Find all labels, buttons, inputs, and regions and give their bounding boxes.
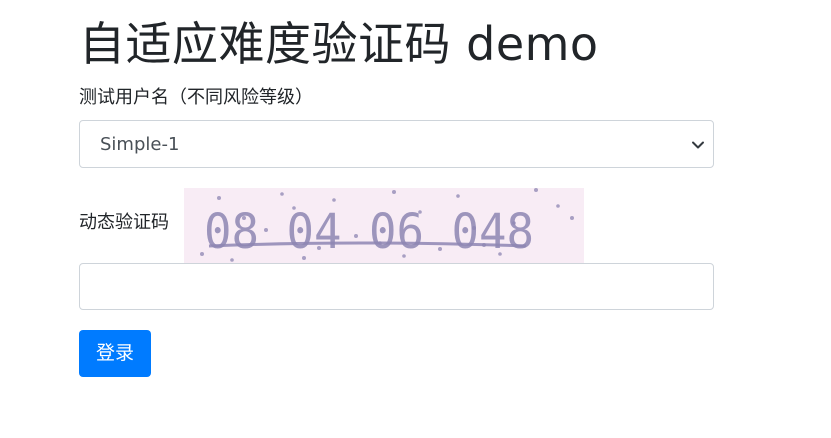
login-button[interactable]: 登录 — [79, 330, 151, 377]
captcha-label: 动态验证码 — [79, 212, 169, 233]
username-label: 测试用户名（不同风险等级） — [79, 87, 313, 108]
page-title: 自适应难度验证码 demo — [79, 17, 599, 71]
username-select[interactable]: Simple-1 — [79, 120, 714, 168]
chevron-down-icon — [691, 137, 705, 151]
username-select-value: Simple-1 — [100, 134, 180, 155]
captcha-image: 08 04 06 048 — [184, 188, 584, 263]
page: 自适应难度验证码 demo 测试用户名（不同风险等级） Simple-1 动态验… — [0, 0, 831, 438]
captcha-input[interactable] — [79, 263, 714, 310]
captcha-glyphs: 08 04 06 048 — [204, 204, 534, 260]
